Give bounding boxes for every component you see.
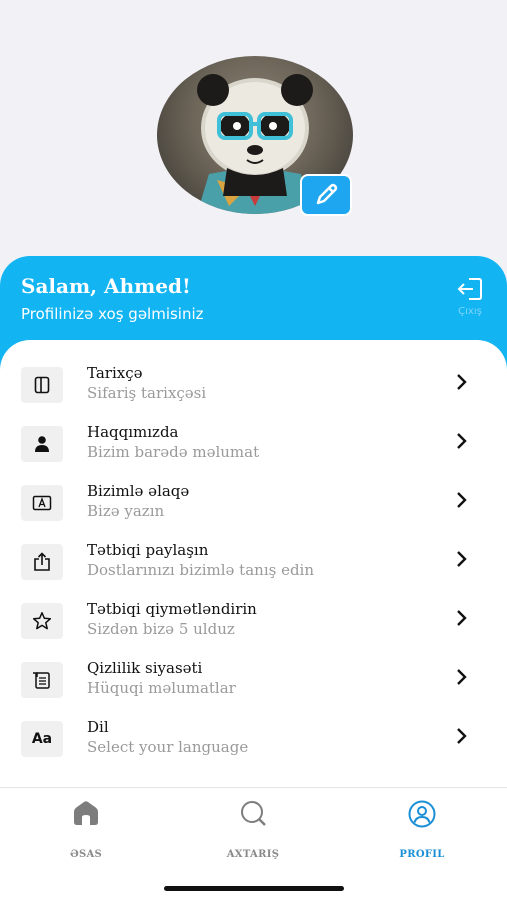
menu-item-share[interactable]: Tətbiqi paylaşın Dostlarınızı bizimlə ta… [0,541,507,595]
menu-item-title: Tarixçə [87,364,143,382]
menu-item-language[interactable]: Aa Dil Select your language [0,718,507,772]
menu-item-subtitle: Sizdən bizə 5 ulduz [87,620,235,638]
tab-label: AXTARIŞ [226,849,280,860]
menu-item-privacy[interactable]: Qizlilik siyasəti Hüquqi məlumatlar [0,659,507,713]
avatar-container [157,56,353,216]
menu-item-title: Dil [87,718,109,736]
menu-item-about[interactable]: Haqqımızda Bizim barədə məlumat [0,423,507,477]
star-icon [21,603,63,639]
language-icon: Aa [21,721,63,757]
chevron-right-icon [457,610,467,626]
menu-item-title: Tətbiqi paylaşın [87,541,209,559]
tab-label: PROFIL [399,849,445,860]
pencil-icon [316,183,338,205]
menu-item-title: Tətbiqi qiymətləndirin [87,600,257,618]
tab-label: ƏSAS [69,849,103,860]
menu-item-subtitle: Sifariş tarixçəsi [87,384,207,402]
menu-item-subtitle: Dostlarınızı bizimlə tanış edin [87,561,315,579]
menu-item-rate[interactable]: Tətbiqi qiymətləndirin Sizdən bizə 5 uld… [0,600,507,654]
contact-card-icon [21,485,63,521]
logout-icon [457,278,482,300]
greeting-title: Salam, Ahmed! [21,274,191,298]
chevron-right-icon [457,728,467,744]
share-icon [21,544,63,580]
tab-home[interactable]: ƏSAS [31,800,141,860]
logout-button[interactable]: Çıxış [450,276,490,320]
menu-item-subtitle: Bizim barədə məlumat [87,443,260,461]
menu-item-history[interactable]: Tarixçə Sifariş tarixçəsi [0,364,507,418]
menu-item-subtitle: Select your language [87,738,249,756]
edit-avatar-button[interactable] [300,174,352,216]
home-indicator [164,886,344,891]
menu-item-subtitle: Bizə yazın [87,502,165,520]
tab-search[interactable]: AXTARIŞ [198,800,308,860]
sidebar-icon [21,367,63,403]
menu-card: Tarixçə Sifariş tarixçəsi Haqqımızda Biz… [0,340,507,790]
menu-item-subtitle: Hüquqi məlumatlar [87,679,236,697]
menu-item-title: Qizlilik siyasəti [87,659,203,677]
menu-item-contact[interactable]: Bizimlə əlaqə Bizə yazın [0,482,507,536]
tab-profile[interactable]: PROFIL [367,800,477,860]
profile-icon [408,800,436,828]
logout-label: Çıxış [458,306,482,317]
privacy-doc-icon [21,662,63,698]
chevron-right-icon [457,492,467,508]
chevron-right-icon [457,669,467,685]
home-icon [74,801,98,825]
chevron-right-icon [457,374,467,390]
welcome-subtitle: Profilinizə xoş gəlmisiniz [21,305,204,323]
menu-item-title: Haqqımızda [87,423,179,441]
language-icon-text: Aa [31,731,53,747]
bottom-tab-bar: ƏSAS AXTARIŞ PROFIL [0,787,507,901]
person-icon [21,426,63,462]
chevron-right-icon [457,433,467,449]
search-icon [241,801,266,826]
chevron-right-icon [457,551,467,567]
menu-item-title: Bizimlə əlaqə [87,482,190,500]
